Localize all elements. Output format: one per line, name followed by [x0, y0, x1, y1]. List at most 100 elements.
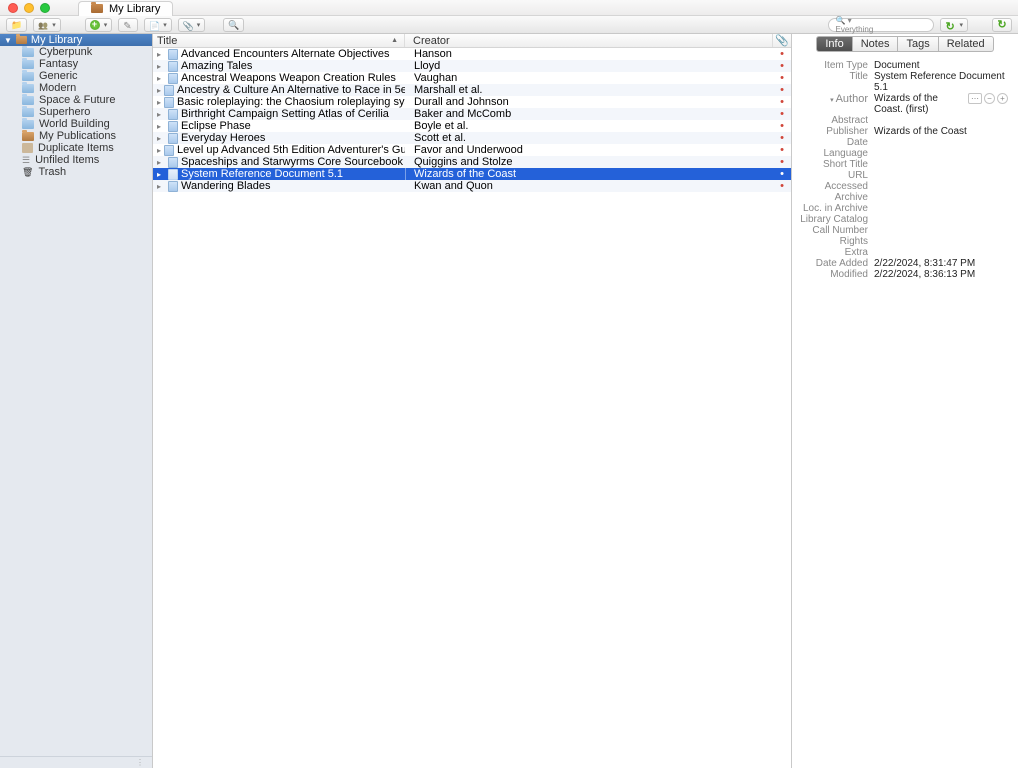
- sidebar-item-label: Trash: [38, 166, 66, 178]
- item-row[interactable]: ▸Advanced Encounters Alternate Objective…: [153, 48, 791, 60]
- item-row[interactable]: ▸Birthright Campaign Setting Atlas of Ce…: [153, 108, 791, 120]
- search-box[interactable]: Everything: [828, 18, 934, 32]
- item-row[interactable]: ▸Eclipse PhaseBoyle et al.•: [153, 120, 791, 132]
- library-folder-icon: [16, 36, 27, 44]
- meta-value[interactable]: [874, 214, 1008, 225]
- attachment-icon: 📎: [775, 34, 789, 47]
- meta-value[interactable]: [874, 170, 1008, 181]
- disclosure-icon[interactable]: ▾: [830, 97, 834, 104]
- column-header-attachment[interactable]: 📎: [773, 34, 791, 47]
- sync-button[interactable]: [992, 18, 1012, 32]
- sidebar-folder[interactable]: Space & Future: [0, 94, 152, 106]
- meta-value[interactable]: [874, 137, 1008, 148]
- disclosure-icon[interactable]: ▼: [4, 36, 12, 45]
- new-item-button[interactable]: [85, 18, 113, 32]
- tab-tags[interactable]: Tags: [898, 36, 938, 52]
- search-scope-label[interactable]: Everything: [835, 16, 873, 34]
- meta-value[interactable]: [874, 247, 1008, 258]
- item-row[interactable]: ▸Level up Advanced 5th Edition Adventure…: [153, 144, 791, 156]
- disclosure-icon[interactable]: ▸: [157, 62, 165, 71]
- meta-publisher: PublisherWizards of the Coast: [792, 126, 1008, 137]
- meta-value[interactable]: System Reference Document 5.1: [874, 71, 1008, 93]
- column-header-creator[interactable]: Creator: [405, 34, 773, 47]
- disclosure-icon[interactable]: ▸: [157, 158, 165, 167]
- meta-value[interactable]: [874, 159, 1008, 170]
- meta-value[interactable]: Document: [874, 60, 1008, 71]
- sidebar-root-my-library[interactable]: ▼ My Library: [0, 34, 152, 46]
- new-group-button[interactable]: [33, 18, 60, 32]
- item-row[interactable]: ▸Ancestry & Culture An Alternative to Ra…: [153, 84, 791, 96]
- disclosure-icon[interactable]: ▸: [157, 170, 165, 179]
- document-icon: [168, 181, 178, 192]
- sidebar-resize-handle[interactable]: ⋮: [0, 756, 152, 768]
- add-by-identifier-button[interactable]: [118, 18, 138, 32]
- disclosure-icon[interactable]: ▸: [157, 74, 165, 83]
- cell-attachment: •: [773, 61, 791, 72]
- disclosure-icon[interactable]: ▸: [157, 110, 165, 119]
- item-row[interactable]: ▸Spaceships and Starwyrms Core Sourceboo…: [153, 156, 791, 168]
- locate-button[interactable]: [940, 18, 968, 32]
- meta-date-added: Date Added2/22/2024, 8:31:47 PM: [792, 258, 1008, 269]
- item-row[interactable]: ▸System Reference Document 5.1Wizards of…: [153, 168, 791, 180]
- disclosure-icon[interactable]: ▸: [157, 182, 165, 191]
- column-header-title[interactable]: Title ▲: [153, 34, 405, 47]
- sidebar-duplicate-items[interactable]: Duplicate Items: [0, 142, 152, 154]
- meta-value[interactable]: [874, 225, 1008, 236]
- cell-title: ▸System Reference Document 5.1: [153, 168, 405, 180]
- sidebar-folder[interactable]: Cyberpunk: [0, 46, 152, 58]
- meta-value[interactable]: Wizards of the Coast. (first): [874, 93, 964, 115]
- new-note-button[interactable]: [144, 18, 172, 32]
- disclosure-icon[interactable]: ▸: [157, 122, 165, 131]
- meta-value[interactable]: [874, 115, 1008, 126]
- meta-value: 2/22/2024, 8:31:47 PM: [874, 258, 1008, 269]
- search-input[interactable]: [877, 19, 989, 30]
- sync-icon: [997, 18, 1006, 31]
- meta-value[interactable]: Wizards of the Coast: [874, 126, 1008, 137]
- folder-plus-icon: [11, 19, 22, 31]
- meta-value[interactable]: [874, 236, 1008, 247]
- disclosure-icon[interactable]: ▸: [157, 134, 165, 143]
- tab-my-library[interactable]: My Library: [78, 1, 173, 16]
- add-attachment-button[interactable]: [178, 18, 206, 32]
- sidebar-folder[interactable]: Superhero: [0, 106, 152, 118]
- minimize-window-button[interactable]: [24, 3, 34, 13]
- disclosure-icon[interactable]: ▸: [157, 50, 165, 59]
- tab-related[interactable]: Related: [939, 36, 994, 52]
- sidebar-folder[interactable]: Fantasy: [0, 58, 152, 70]
- item-row[interactable]: ▸Amazing TalesLloyd•: [153, 60, 791, 72]
- tab-notes[interactable]: Notes: [853, 36, 899, 52]
- meta-label: Publisher: [792, 126, 874, 137]
- cell-attachment: •: [773, 109, 791, 120]
- item-row[interactable]: ▸Wandering BladesKwan and Quon•: [153, 180, 791, 192]
- author-remove-button[interactable]: −: [984, 93, 995, 104]
- cell-title: ▸Level up Advanced 5th Edition Adventure…: [153, 144, 405, 156]
- pdf-indicator-icon: •: [780, 108, 784, 120]
- sidebar-trash[interactable]: Trash: [0, 166, 152, 178]
- author-add-button[interactable]: +: [997, 93, 1008, 104]
- cell-title: ▸Advanced Encounters Alternate Objective…: [153, 48, 405, 60]
- item-row[interactable]: ▸Everyday HeroesScott et al.•: [153, 132, 791, 144]
- new-collection-button[interactable]: [6, 18, 27, 32]
- tab-info[interactable]: Info: [816, 36, 852, 52]
- sidebar-folder[interactable]: Modern: [0, 82, 152, 94]
- cell-title: ▸Everyday Heroes: [153, 132, 405, 144]
- meta-value[interactable]: [874, 148, 1008, 159]
- meta-value[interactable]: [874, 192, 1008, 203]
- item-row[interactable]: ▸Basic roleplaying: the Chaosium rolepla…: [153, 96, 791, 108]
- document-icon: [164, 145, 174, 156]
- disclosure-icon[interactable]: ▸: [157, 98, 161, 107]
- close-window-button[interactable]: [8, 3, 18, 13]
- sidebar-folder[interactable]: World Building: [0, 118, 152, 130]
- sidebar-my-publications[interactable]: My Publications: [0, 130, 152, 142]
- zoom-window-button[interactable]: [40, 3, 50, 13]
- author-mode-toggle[interactable]: ⋯: [968, 93, 982, 104]
- document-icon: [168, 121, 178, 132]
- disclosure-icon[interactable]: ▸: [157, 86, 161, 95]
- sidebar-folder[interactable]: Generic: [0, 70, 152, 82]
- meta-value[interactable]: [874, 181, 1008, 192]
- item-row[interactable]: ▸Ancestral Weapons Weapon Creation Rules…: [153, 72, 791, 84]
- sidebar-unfiled-items[interactable]: Unfiled Items: [0, 154, 152, 166]
- meta-value[interactable]: [874, 203, 1008, 214]
- disclosure-icon[interactable]: ▸: [157, 146, 161, 155]
- advanced-search-button[interactable]: [223, 18, 244, 32]
